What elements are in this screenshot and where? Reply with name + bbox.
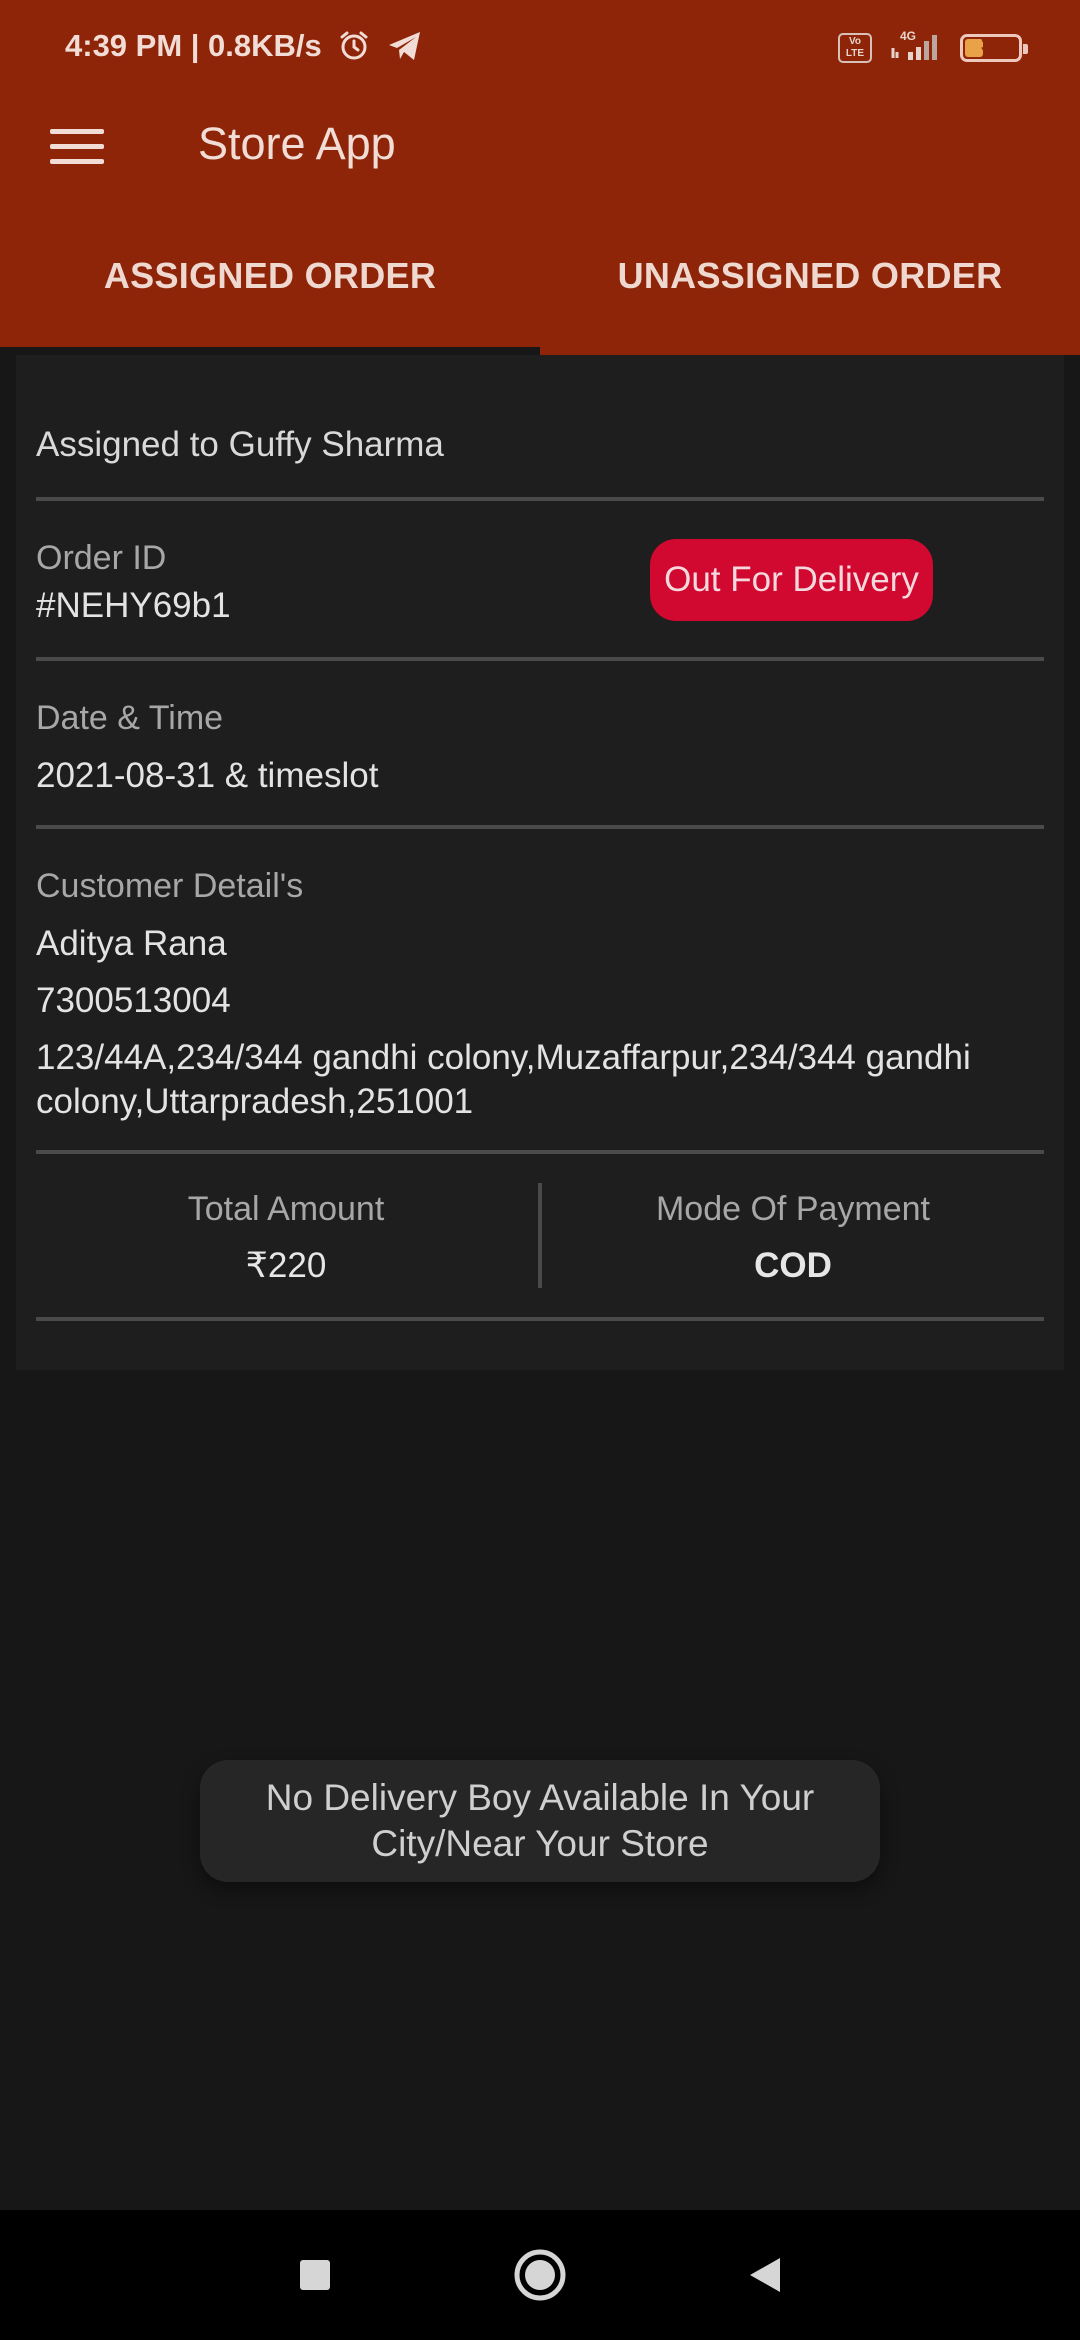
date-time-value: 2021-08-31 & timeslot — [36, 756, 379, 795]
date-time-label: Date & Time — [36, 699, 224, 737]
tab-background-strip — [0, 347, 540, 355]
status-time-speed: 4:39 PM | 0.8KB/s — [65, 28, 322, 63]
status-left: 4:39 PM | 0.8KB/s — [65, 28, 424, 64]
customer-name: Aditya Rana — [36, 924, 227, 963]
divider — [36, 657, 1044, 661]
assigned-to-text: Assigned to Guffy Sharma — [36, 425, 444, 464]
customer-address: 123/44A,234/344 gandhi colony,Muzaffarpu… — [36, 1038, 971, 1121]
telegram-icon — [386, 29, 424, 63]
tab-selected-indicator — [540, 347, 1080, 355]
divider — [36, 1317, 1044, 1321]
toast-message: No Delivery Boy Available In Your City/N… — [200, 1760, 880, 1882]
home-circle-icon[interactable] — [495, 2210, 585, 2340]
customer-phone[interactable]: 7300513004 — [36, 981, 231, 1021]
order-id-value: #NEHY69b1 — [36, 586, 231, 625]
volte-icon: Vo LTE — [838, 32, 872, 63]
battery-icon: 32 — [960, 33, 1028, 62]
customer-details-label: Customer Detail's — [36, 867, 304, 905]
tab-assigned-order[interactable]: ASSIGNED ORDER — [0, 255, 540, 297]
battery-cap — [1023, 43, 1028, 54]
status-bar: 4:39 PM | 0.8KB/s Vo LTE 4G 32 — [0, 0, 1080, 96]
total-amount-label: Total Amount — [187, 1190, 385, 1228]
payment-mode-value: COD — [754, 1246, 832, 1285]
svg-text:4G: 4G — [900, 29, 916, 43]
divider — [36, 1150, 1044, 1154]
recents-square-icon[interactable] — [270, 2210, 360, 2340]
back-triangle-icon[interactable] — [720, 2210, 810, 2340]
app-title: Store App — [198, 118, 396, 169]
hamburger-menu-icon[interactable] — [50, 120, 104, 172]
tab-unassigned-order[interactable]: UNASSIGNED ORDER — [540, 255, 1080, 297]
status-right: Vo LTE 4G 32 — [838, 28, 1028, 67]
app-bar: 4:39 PM | 0.8KB/s Vo LTE 4G 32 Store App… — [0, 0, 1080, 355]
payment-mode-label: Mode Of Payment — [655, 1190, 930, 1228]
divider — [36, 497, 1044, 501]
total-amount-value: ₹220 — [245, 1246, 327, 1285]
divider — [36, 825, 1044, 829]
battery-level: 32 — [980, 34, 1002, 55]
order-id-label: Order ID — [36, 539, 167, 577]
alarm-icon — [336, 28, 372, 64]
signal-icon: 4G — [886, 28, 946, 67]
system-navigation-bar — [0, 2210, 1080, 2340]
order-status-badge[interactable]: Out For Delivery — [650, 539, 933, 621]
